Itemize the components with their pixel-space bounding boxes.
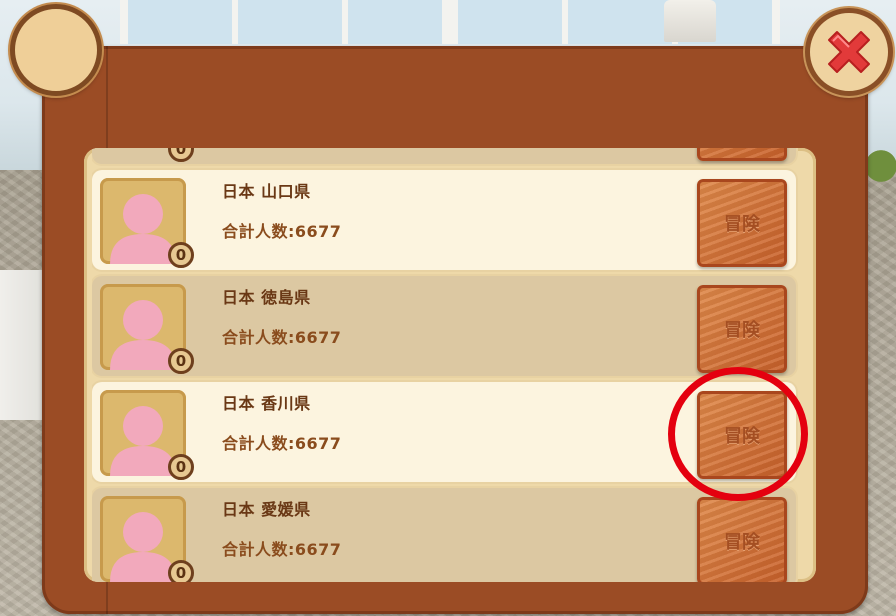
red-x-close-icon bbox=[828, 31, 870, 73]
close-button[interactable] bbox=[805, 8, 893, 96]
window-frame bbox=[562, 0, 568, 44]
avatar-circle-icon[interactable] bbox=[10, 4, 102, 96]
region-name: 日本 香川県 bbox=[222, 394, 311, 413]
adventure-button[interactable]: 冒険 bbox=[697, 497, 787, 582]
total-players-count: 合計人数:6677 bbox=[222, 222, 342, 241]
list-item: 0 日本 山口県 合計人数:6677 冒険 bbox=[92, 170, 796, 270]
adventure-button[interactable]: 冒険 bbox=[697, 285, 787, 373]
list-item: 0 日本 徳島県 合計人数:6677 冒険 bbox=[92, 276, 796, 376]
list-item: 0 日本 愛媛県 合計人数:6677 冒険 bbox=[92, 488, 796, 582]
level-badge: 0 bbox=[168, 348, 194, 374]
background-window bbox=[120, 0, 450, 44]
adventure-button-label: 冒険 bbox=[724, 426, 760, 447]
window-frame bbox=[232, 0, 238, 44]
region-list[interactable]: 0 0 日本 山口県 合計人数:6677 冒険 0 日本 徳島県 合計人数:66… bbox=[84, 148, 816, 582]
level-badge: 0 bbox=[168, 242, 194, 268]
background-lamp bbox=[664, 0, 716, 42]
window-frame bbox=[342, 0, 348, 44]
total-players-count: 合計人数:6677 bbox=[222, 540, 342, 559]
adventure-button[interactable]: 冒険 bbox=[697, 391, 787, 479]
region-name: 日本 徳島県 bbox=[222, 288, 311, 307]
adventure-button[interactable]: 冒険 bbox=[697, 179, 787, 267]
total-players-count: 合計人数:6677 bbox=[222, 434, 342, 453]
region-name: 日本 愛媛県 bbox=[222, 500, 311, 519]
adventure-button-label: 冒険 bbox=[724, 532, 760, 553]
level-badge: 0 bbox=[168, 148, 194, 162]
level-badge: 0 bbox=[168, 560, 194, 582]
background-plant bbox=[866, 130, 896, 190]
region-list-scroll[interactable]: 0 0 日本 山口県 合計人数:6677 冒険 0 日本 徳島県 合計人数:66… bbox=[92, 148, 808, 582]
list-item: 0 日本 香川県 合計人数:6677 冒険 bbox=[92, 382, 796, 482]
list-item: 0 bbox=[92, 148, 796, 164]
adventure-button[interactable] bbox=[697, 148, 787, 161]
level-badge: 0 bbox=[168, 454, 194, 480]
adventure-button-label: 冒険 bbox=[724, 214, 760, 235]
adventure-button-label: 冒険 bbox=[724, 320, 760, 341]
region-name: 日本 山口県 bbox=[222, 182, 311, 201]
background-window bbox=[450, 0, 780, 44]
total-players-count: 合計人数:6677 bbox=[222, 328, 342, 347]
